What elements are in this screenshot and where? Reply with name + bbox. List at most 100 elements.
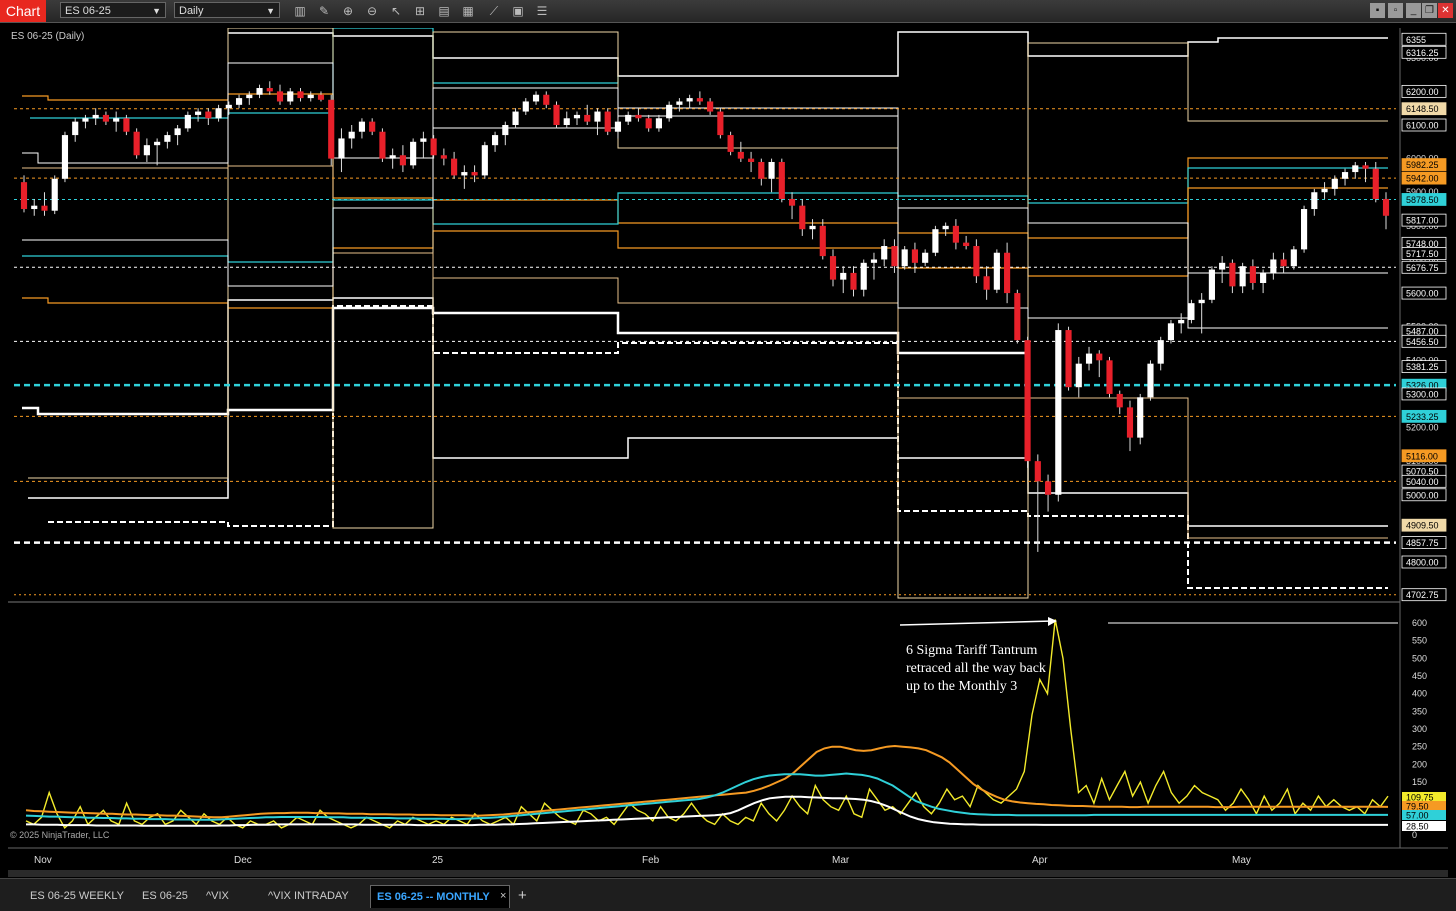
candle-body: [604, 111, 611, 132]
price-marker-label: 6316.25: [1406, 48, 1439, 58]
candle-body: [1260, 272, 1267, 283]
chart-window-tab[interactable]: Chart: [0, 0, 46, 22]
time-tick-label: May: [1232, 855, 1251, 866]
candle-body: [1167, 323, 1175, 341]
time-tick-label: 25: [432, 855, 444, 866]
price-marker-label: 5000.00: [1406, 490, 1439, 500]
close-tab-icon[interactable]: ×: [494, 885, 512, 907]
zoom-in-icon[interactable]: ⊕: [340, 3, 356, 19]
candle-body: [184, 114, 191, 129]
link-icon[interactable]: ▫: [1388, 3, 1403, 18]
tab-vix-intraday[interactable]: ^VIX INTRADAY: [262, 885, 355, 907]
time-tick-label: Feb: [642, 855, 660, 866]
bar-type-icon[interactable]: ▥: [292, 3, 308, 19]
candle-body: [829, 256, 837, 280]
templates-icon[interactable]: ▤: [436, 3, 452, 19]
candle-body: [870, 259, 878, 263]
price-marker-label: 6200.00: [1406, 87, 1439, 97]
interval-value: Daily: [179, 5, 204, 17]
price-marker-label: 4909.50: [1406, 521, 1439, 531]
tab-es-monthly[interactable]: ES 06-25 -- MONTHLY: [370, 885, 510, 908]
candle-body: [276, 91, 284, 102]
oscillator-tick-label: 350: [1412, 706, 1427, 716]
strategies-icon[interactable]: ⟋: [486, 3, 502, 19]
candle-body: [1352, 165, 1359, 173]
close-window-icon[interactable]: ✕: [1438, 3, 1453, 18]
oscillator-tick-label: 550: [1412, 636, 1427, 646]
oscillator-tick-label: 0: [1412, 830, 1417, 840]
price-marker-label: 4857.75: [1406, 538, 1439, 548]
add-tab-button[interactable]: +: [512, 885, 533, 907]
candle-body: [993, 252, 1000, 290]
time-tick-label: Dec: [234, 855, 252, 866]
candle-body: [502, 125, 509, 136]
candle-body: [584, 114, 591, 122]
price-marker-label: 4702.75: [1406, 590, 1439, 600]
interval-selector[interactable]: Daily ▼: [174, 2, 280, 18]
candle-body: [1280, 259, 1287, 267]
candle-body: [532, 94, 540, 102]
tab-es-weekly[interactable]: ES 06-25 WEEKLY: [24, 885, 130, 907]
candle-body: [133, 131, 140, 156]
properties-icon[interactable]: ▣: [510, 3, 526, 19]
candle-body: [635, 114, 642, 119]
candle-body: [1075, 363, 1082, 388]
candle-body: [358, 121, 366, 132]
candle-body: [696, 98, 703, 102]
candle-body: [256, 88, 263, 95]
candle-body: [420, 138, 427, 142]
candle-body: [61, 135, 69, 179]
candle-body: [491, 135, 499, 146]
candle-body: [819, 225, 826, 257]
price-marker-label: 5817.00: [1406, 216, 1439, 226]
chart-background: [8, 28, 1448, 868]
data-box-icon[interactable]: ⊞: [412, 3, 428, 19]
price-marker-label: 6148.50: [1406, 104, 1439, 114]
minimize-icon[interactable]: _: [1406, 3, 1421, 18]
candle-body: [410, 141, 417, 166]
candle-body: [788, 198, 796, 206]
chart-area[interactable]: 6300.006200.006100.006000.005900.005800.…: [8, 28, 1448, 868]
tile-icon[interactable]: ▪: [1370, 3, 1385, 18]
list-icon[interactable]: ☰: [534, 3, 550, 19]
tab-vix[interactable]: ^VIX: [200, 885, 235, 907]
indicators-icon[interactable]: ▦: [460, 3, 476, 19]
zoom-out-icon[interactable]: ⊖: [364, 3, 380, 19]
instrument-value: ES 06-25: [65, 5, 111, 17]
horizontal-scrollbar[interactable]: [8, 870, 1448, 877]
candle-body: [911, 249, 919, 263]
restore-icon[interactable]: ❐: [1422, 3, 1437, 18]
price-marker-label: 6100.00: [1406, 121, 1439, 131]
candle-body: [983, 276, 990, 290]
price-marker-label: 5942.00: [1406, 174, 1439, 184]
oscillator-tick-label: 250: [1412, 742, 1427, 752]
candle-body: [1157, 340, 1164, 364]
candle-body: [1219, 262, 1226, 270]
candle-body: [727, 135, 734, 152]
candle-body: [205, 111, 212, 119]
candle-body: [317, 94, 325, 100]
candle-body: [901, 249, 908, 267]
candle-body: [1249, 266, 1256, 283]
candle-body: [809, 225, 816, 230]
candle-body: [737, 151, 744, 159]
candle-body: [399, 155, 406, 166]
candle-body: [225, 104, 232, 109]
candle-body: [932, 229, 939, 253]
candle-body: [215, 108, 222, 119]
instrument-selector[interactable]: ES 06-25 ▼: [60, 2, 166, 18]
candle-body: [143, 145, 150, 156]
tab-es[interactable]: ES 06-25: [136, 885, 194, 907]
candle-body: [850, 272, 857, 290]
drawing-tool-icon[interactable]: ✎: [316, 3, 332, 19]
price-marker-label: 4800.00: [1406, 558, 1439, 568]
candle-body: [881, 246, 888, 260]
annotation-text-1: 6 Sigma Tariff Tantrum: [906, 643, 1038, 658]
oscillator-tick-label: 450: [1412, 671, 1427, 681]
oscillator-tick-label: 300: [1412, 724, 1427, 734]
candle-body: [20, 182, 28, 210]
candle-body: [1188, 303, 1195, 320]
pointer-icon[interactable]: ↖: [388, 3, 404, 19]
candle-body: [348, 131, 355, 139]
candle-body: [666, 104, 673, 119]
